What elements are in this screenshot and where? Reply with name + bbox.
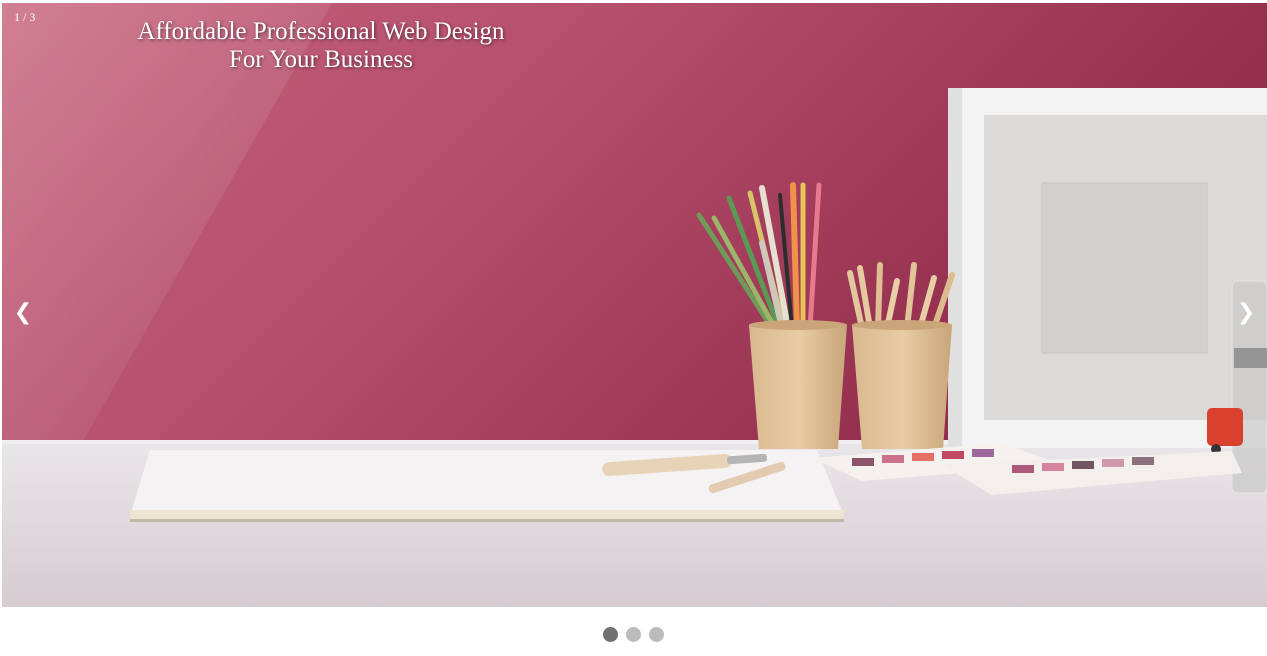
slide-dot-2[interactable] — [626, 627, 641, 642]
previous-slide-button[interactable]: ❮ — [3, 293, 43, 333]
slide-image — [2, 3, 1267, 607]
caption-line-2: For Your Business — [228, 46, 414, 73]
slide-indicator-dots — [0, 627, 1267, 642]
slideshow-container: 1 / 3 Affordable Professional Web Design… — [2, 3, 1267, 607]
slide-caption: Affordable Professional Web Design For Y… — [122, 18, 520, 74]
slide-counter: 1 / 3 — [14, 10, 36, 24]
slide-dot-3[interactable] — [649, 627, 664, 642]
caption-line-1: Affordable Professional Web Design — [137, 18, 505, 45]
next-slide-button[interactable]: ❯ — [1226, 293, 1266, 333]
slide-dot-1[interactable] — [603, 627, 618, 642]
